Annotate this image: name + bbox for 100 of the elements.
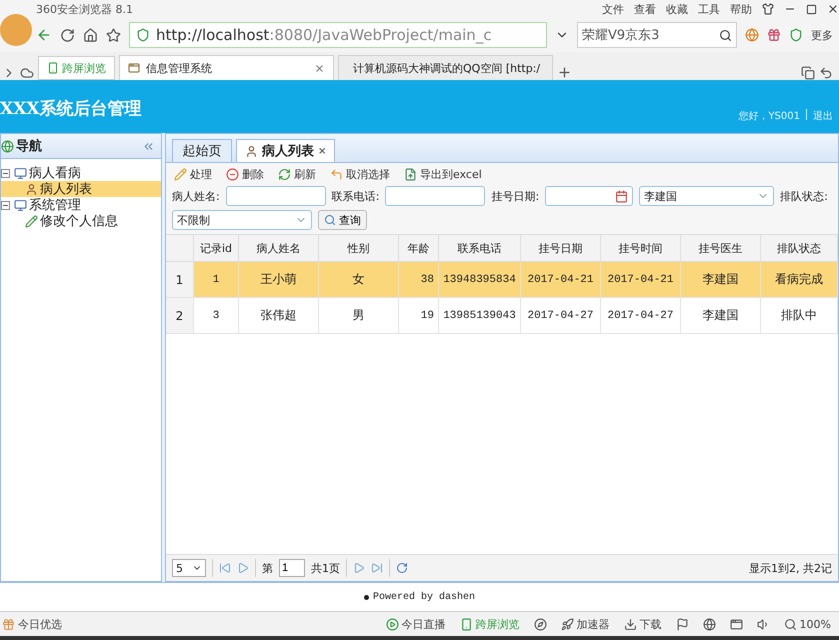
minus-circle-icon (226, 168, 239, 181)
maximize-icon[interactable] (806, 4, 817, 14)
table-cell[interactable]: 38 (399, 262, 439, 298)
menu-item[interactable]: 文件 (602, 2, 624, 16)
row-number: 1 (166, 262, 194, 298)
table-cell[interactable]: 2017-04-21 (601, 262, 681, 298)
toolbar-button[interactable]: 刷新 (276, 167, 318, 182)
tree-item[interactable]: 病人列表 (1, 181, 161, 197)
speaker-icon[interactable] (756, 618, 770, 630)
shield-icon[interactable] (789, 28, 803, 42)
search-button[interactable]: 查询 (318, 210, 367, 230)
footer-text: Powered by dashen (372, 592, 476, 602)
reload-button[interactable] (396, 562, 408, 574)
first-page-icon (219, 562, 231, 574)
person-icon (245, 144, 258, 158)
close-icon[interactable] (827, 3, 839, 15)
column-header: 性别 (319, 235, 399, 262)
page-field[interactable]: 1 (279, 559, 305, 577)
search-field[interactable]: 荣耀V9京东3 (577, 22, 737, 48)
restore-icon[interactable] (801, 66, 815, 80)
flag-icon[interactable] (676, 618, 689, 630)
browser-tab[interactable]: 信息管理系统 (119, 55, 334, 80)
table-cell[interactable]: 2017-04-27 (521, 298, 601, 334)
tree-item[interactable]: 病人看病 (1, 165, 161, 181)
menu-item[interactable]: 帮助 (730, 2, 752, 16)
column-header: 联系电话 (439, 235, 521, 262)
window-icon[interactable] (730, 618, 743, 630)
collapse-icon[interactable] (1, 200, 10, 210)
table-cell[interactable]: 张伟超 (239, 298, 319, 334)
star-icon[interactable] (106, 28, 121, 42)
collapse-icon[interactable] (1, 168, 10, 178)
bullet-icon (364, 594, 369, 600)
more-button[interactable]: 更多 (811, 28, 833, 42)
reload-icon[interactable] (60, 28, 75, 42)
dropdown[interactable]: 不限制 (172, 210, 312, 230)
browser-title: 360安全浏览器 8.1 (36, 2, 133, 16)
text-field[interactable] (226, 186, 326, 206)
table-cell[interactable]: 女 (319, 262, 399, 298)
table-cell[interactable]: 李建国 (681, 262, 761, 298)
field-label: 联系电话: (332, 188, 380, 204)
app-title: XXX系统后台管理 (0, 98, 142, 120)
close-tab-icon[interactable] (314, 62, 325, 74)
nav-title: 导航 (16, 138, 43, 155)
back-icon[interactable] (36, 27, 52, 43)
rocket-icon (560, 618, 574, 630)
status-item[interactable]: 今日直播 (386, 616, 446, 632)
address-bar[interactable]: http://localhost:8080/JavaWebProject/main_c (129, 22, 547, 48)
toolbar-button[interactable]: 处理 (172, 167, 214, 182)
text-field[interactable] (385, 186, 486, 206)
status-item[interactable]: 下载 (624, 616, 662, 632)
menu-item[interactable]: 工具 (698, 2, 720, 16)
dropdown[interactable]: 李建国 (639, 186, 774, 206)
pencil-icon (174, 168, 187, 181)
panel-tab[interactable]: 病人列表 × (236, 139, 336, 162)
panel-tab[interactable]: 起始页 (172, 139, 232, 162)
play-icon (386, 618, 399, 630)
gift-icon (2, 618, 15, 630)
column-header: 记录id (194, 235, 239, 262)
menu-item[interactable]: 查看 (634, 2, 656, 16)
table-cell[interactable]: 2017-04-21 (521, 262, 601, 298)
status-item[interactable]: 100% (784, 618, 831, 630)
page-label: 第 (262, 560, 273, 576)
export-icon (404, 168, 417, 181)
status-item[interactable]: 今日优选 (2, 616, 62, 632)
tree-item[interactable]: 修改个人信息 (1, 213, 161, 229)
table-cell[interactable]: 3 (194, 298, 239, 334)
cross-screen-button[interactable]: 跨屏浏览 (38, 56, 115, 80)
home-icon[interactable] (83, 28, 98, 42)
table-cell[interactable]: 13985139043 (439, 298, 521, 334)
undo-icon[interactable] (819, 66, 833, 80)
table-cell[interactable]: 男 (319, 298, 399, 334)
page-total: 共1页 (311, 560, 340, 576)
table-cell[interactable]: 排队中 (761, 298, 838, 334)
toolbar-button[interactable]: 导出到excel (402, 167, 484, 182)
compass-icon[interactable] (534, 618, 547, 630)
date-field[interactable] (545, 186, 634, 206)
computer-icon (14, 198, 27, 212)
table-cell[interactable]: 看病完成 (761, 262, 838, 298)
browser-tab[interactable]: 计算机源码大神调试的QQ空间 [http:/ (338, 55, 553, 80)
tree-item[interactable]: 系统管理 (1, 197, 161, 213)
table-cell[interactable]: 王小萌 (239, 262, 319, 298)
menu-item[interactable]: 收藏 (666, 2, 688, 16)
table-cell[interactable]: 13948395834 (439, 262, 521, 298)
status-item[interactable]: 加速器 (560, 616, 610, 632)
shield-icon (136, 28, 150, 42)
shirt-icon[interactable] (762, 3, 774, 15)
toolbar-button[interactable]: 取消选择 (328, 167, 392, 182)
table-cell[interactable]: 19 (399, 298, 439, 334)
page-size-select[interactable]: 5 (172, 559, 206, 577)
gift-icon[interactable] (767, 28, 781, 42)
cloud-icon[interactable] (20, 66, 34, 80)
new-tab-icon[interactable] (557, 65, 572, 80)
calendar-icon[interactable] (615, 190, 628, 202)
table-cell[interactable]: 2017-04-27 (601, 298, 681, 334)
globe-icon[interactable] (702, 618, 716, 630)
table-cell[interactable]: 1 (194, 262, 239, 298)
toolbar-button[interactable]: 删除 (224, 167, 266, 182)
column-header: 排队状态 (761, 235, 838, 262)
column-header: 挂号时间 (601, 235, 681, 262)
table-cell[interactable]: 李建国 (681, 298, 761, 334)
